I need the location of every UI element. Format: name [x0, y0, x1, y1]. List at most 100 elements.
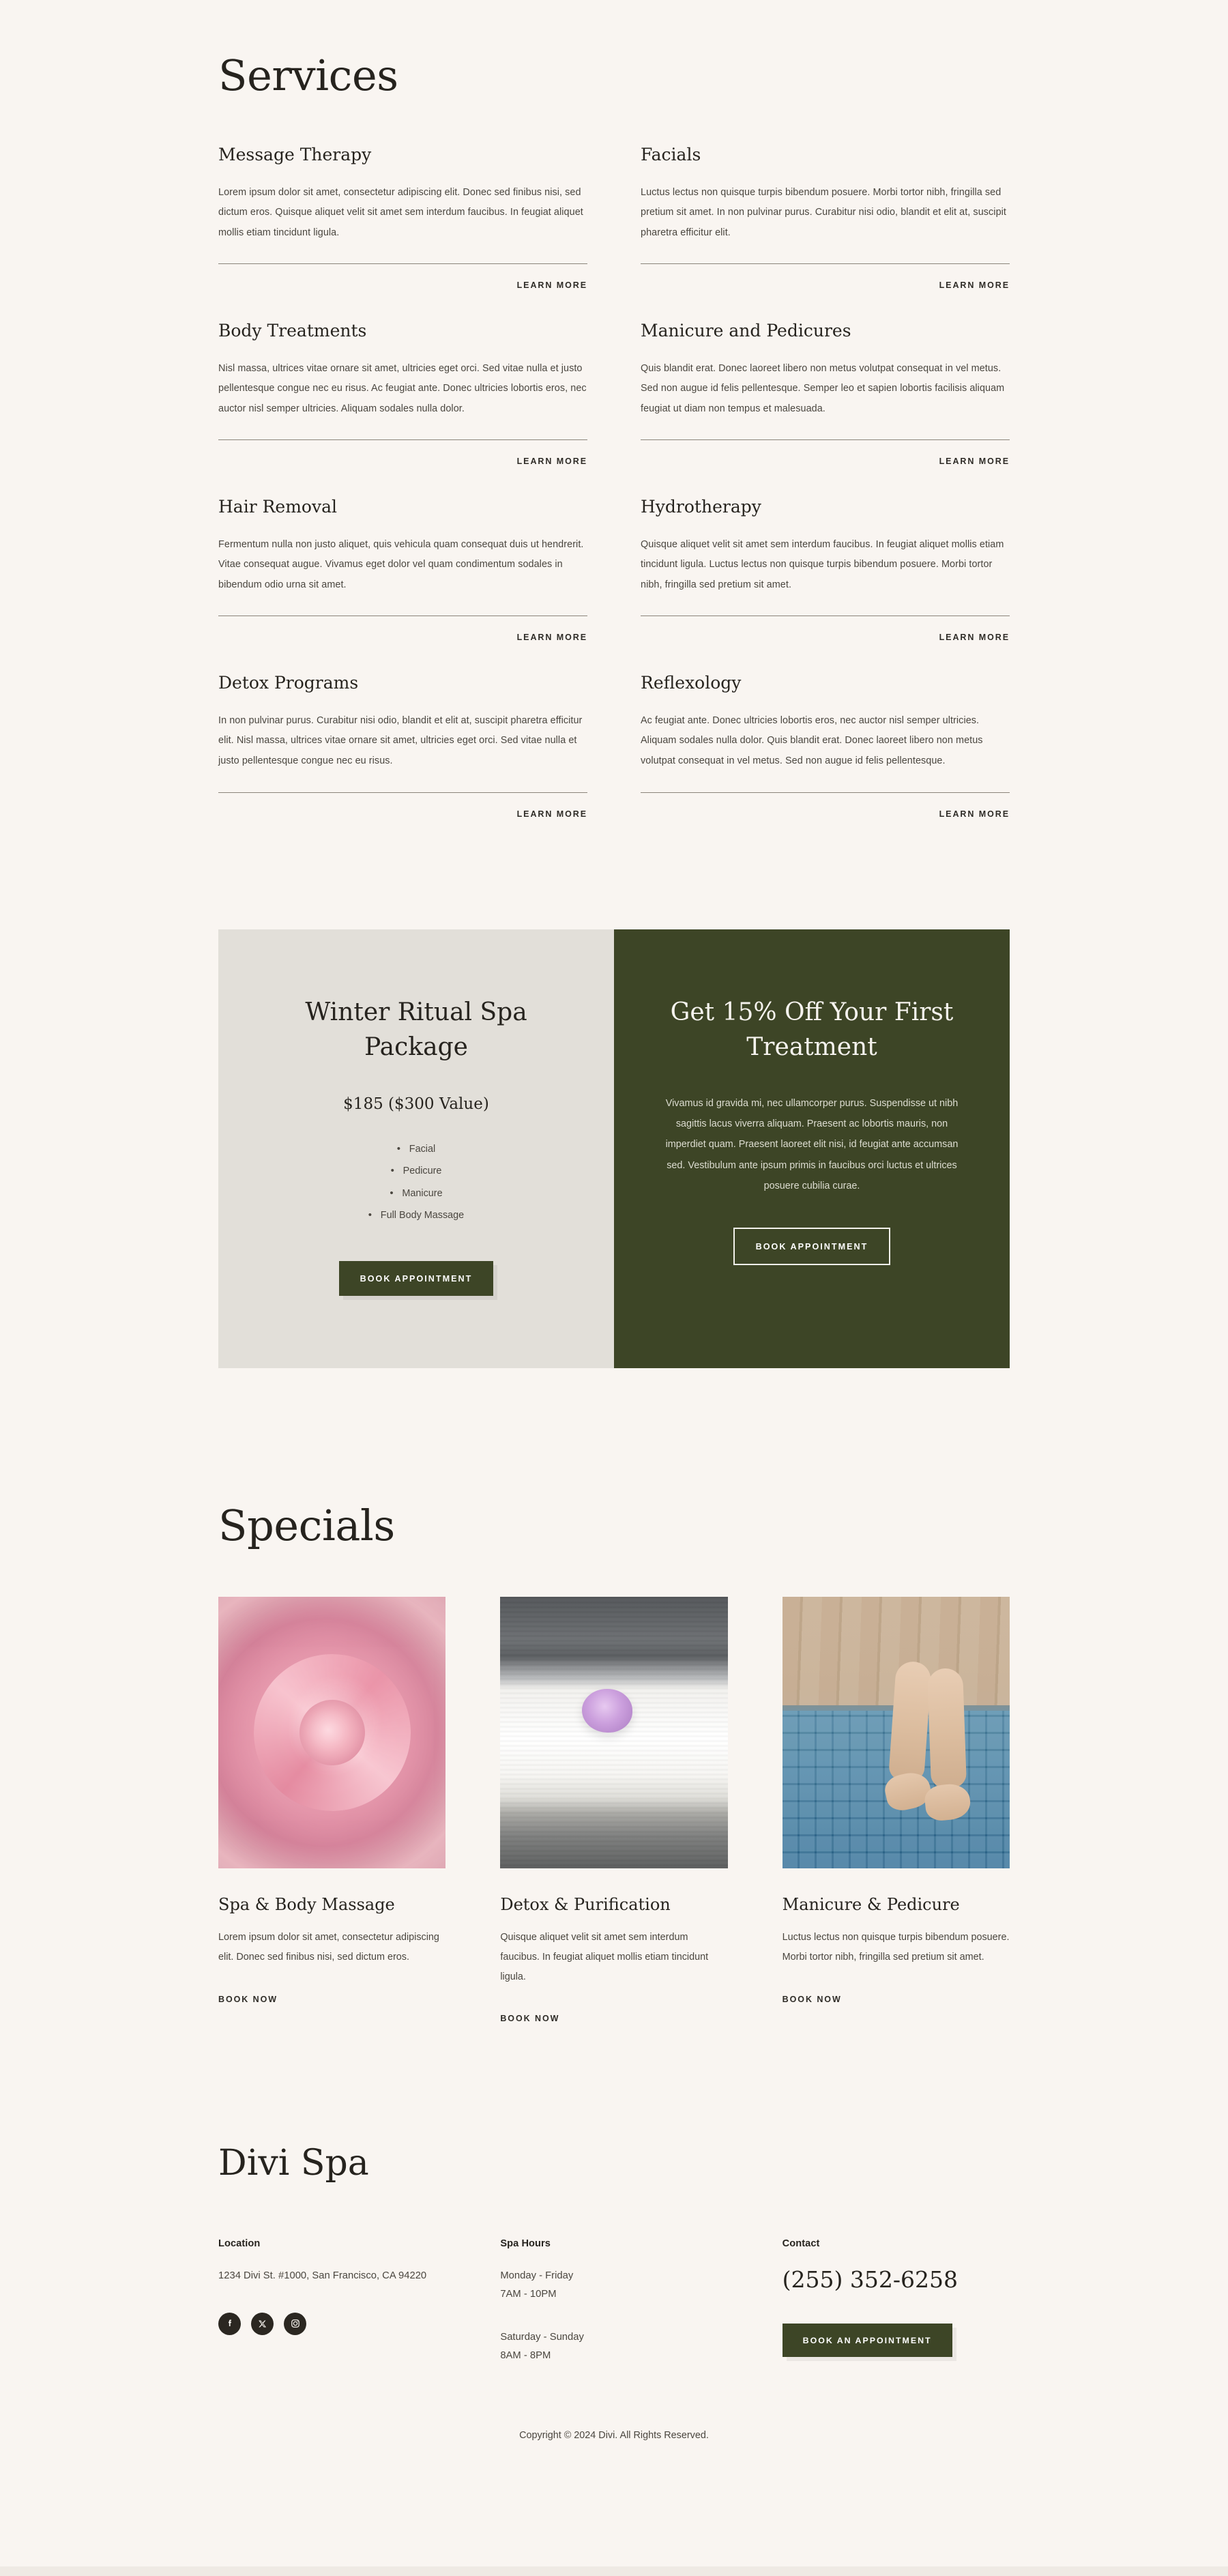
- location-address: 1234 Divi St. #1000, San Francisco, CA 9…: [218, 2270, 427, 2281]
- learn-more-link[interactable]: LEARN MORE: [939, 809, 1010, 819]
- learn-more-row: LEARN MORE: [641, 809, 1010, 819]
- page-title: Services: [218, 50, 398, 100]
- promo-discount-panel: Get 15% Off Your First Treatment Vivamus…: [614, 929, 1010, 1368]
- promo-discount-description: Vivamus id gravida mi, nec ullamcorper p…: [665, 1097, 959, 1191]
- promo-package-price: $185 ($300 Value): [343, 1095, 489, 1113]
- instagram-icon[interactable]: [284, 2312, 306, 2335]
- service-description: Luctus lectus non quisque turpis bibendu…: [641, 186, 1006, 238]
- special-card: Spa & Body Massage Lorem ipsum dolor sit…: [218, 1596, 446, 2025]
- special-title: Spa & Body Massage: [218, 1894, 395, 1914]
- book-now-link[interactable]: BOOK NOW: [218, 1995, 278, 2004]
- service-title: Facials: [641, 145, 701, 165]
- service-description: Fermentum nulla non justo aliquet, quis …: [218, 538, 584, 590]
- learn-more-link[interactable]: LEARN MORE: [517, 280, 587, 290]
- facebook-icon[interactable]: [218, 2312, 241, 2335]
- promo-include-label: Full Body Massage: [380, 1210, 465, 1221]
- learn-more-link[interactable]: LEARN MORE: [517, 809, 587, 819]
- service-card: Reflexology Ac feugiat ante. Donec ultri…: [641, 672, 1010, 848]
- service-title: Hair Removal: [218, 497, 337, 517]
- promo-discount-title: Get 15% Off Your First Treatment: [670, 998, 954, 1061]
- specials-section: Specials Spa & Body Massage Lorem ipsum …: [218, 1501, 1010, 2025]
- service-footer: LEARN MORE: [641, 263, 1010, 290]
- service-description: Ac feugiat ante. Donec ultricies loborti…: [641, 714, 983, 766]
- service-description: Nisl massa, ultrices vitae ornare sit am…: [218, 362, 587, 414]
- pink-rose-photo: [218, 1596, 446, 1868]
- learn-more-row: LEARN MORE: [641, 633, 1010, 642]
- service-footer: LEARN MORE: [218, 792, 587, 819]
- service-footer: LEARN MORE: [218, 439, 587, 466]
- promo-section: Winter Ritual Spa Package $185 ($300 Val…: [218, 929, 1010, 1368]
- spa-hours-heading: Spa Hours: [500, 2238, 551, 2249]
- service-footer: LEARN MORE: [641, 616, 1010, 642]
- service-card: Hair Removal Fermentum nulla non justo a…: [218, 496, 587, 672]
- specials-title: Specials: [218, 1500, 395, 1550]
- feet-shape: [882, 1660, 989, 1832]
- phone-number[interactable]: (255) 352-6258: [783, 2266, 1010, 2295]
- book-appointment-button[interactable]: BOOK APPOINTMENT: [338, 1260, 494, 1296]
- footer-location-column: Location 1234 Divi St. #1000, San Franci…: [218, 2238, 445, 2365]
- weekend-time-label: 8AM - 8PM: [500, 2349, 551, 2361]
- divider: [218, 439, 587, 441]
- book-an-appointment-button[interactable]: BOOK AN APPOINTMENT: [782, 2323, 952, 2357]
- special-description: Luctus lectus non quisque turpis bibendu…: [782, 1931, 1010, 1963]
- promo-include-label: Pedicure: [403, 1166, 442, 1177]
- divider: [641, 439, 1010, 441]
- special-title: Detox & Purification: [500, 1894, 671, 1914]
- service-description: In non pulvinar purus. Curabitur nisi od…: [218, 714, 583, 766]
- feet-by-pool-photo: [782, 1596, 1010, 1868]
- service-description: Quisque aliquet velit sit amet sem inter…: [641, 538, 1004, 590]
- divider: [641, 792, 1010, 793]
- promo-package-panel: Winter Ritual Spa Package $185 ($300 Val…: [218, 929, 614, 1368]
- divider: [641, 263, 1010, 265]
- book-now-link[interactable]: BOOK NOW: [783, 1995, 842, 2004]
- footer-section: Divi Spa Location 1234 Divi St. #1000, S…: [218, 2142, 1010, 2485]
- service-footer: LEARN MORE: [641, 439, 1010, 466]
- service-footer: LEARN MORE: [218, 616, 587, 642]
- weekend-hours: Saturday - Sunday 8AM - 8PM: [500, 2328, 727, 2365]
- promo-include-item: Pedicure: [391, 1159, 442, 1183]
- learn-more-link[interactable]: LEARN MORE: [939, 280, 1010, 290]
- service-description: Quis blandit erat. Donec laoreet libero …: [641, 362, 1005, 414]
- learn-more-link[interactable]: LEARN MORE: [939, 457, 1010, 466]
- learn-more-row: LEARN MORE: [641, 457, 1010, 466]
- service-card: Hydrotherapy Quisque aliquet velit sit a…: [641, 496, 1010, 672]
- footer-columns: Location 1234 Divi St. #1000, San Franci…: [218, 2238, 1010, 2365]
- footer-hours-column: Spa Hours Monday - Friday 7AM - 10PM Sat…: [500, 2238, 727, 2365]
- learn-more-link[interactable]: LEARN MORE: [517, 633, 587, 642]
- special-description: Quisque aliquet velit sit amet sem inter…: [500, 1931, 709, 1982]
- special-description: Lorem ipsum dolor sit amet, consectetur …: [218, 1931, 439, 1963]
- book-appointment-button[interactable]: BOOK APPOINTMENT: [733, 1228, 891, 1265]
- learn-more-row: LEARN MORE: [218, 280, 587, 290]
- weekday-time-label: 7AM - 10PM: [500, 2288, 557, 2300]
- brand-name: Divi Spa: [218, 2143, 369, 2184]
- bottom-bar: [0, 2566, 1228, 2576]
- promo-package-includes: Facial Pedicure Manicure Full Body Massa…: [368, 1115, 464, 1227]
- service-card: Message Therapy Lorem ipsum dolor sit am…: [218, 144, 587, 320]
- service-title: Reflexology: [641, 673, 742, 693]
- promo-include-item: Manicure: [390, 1182, 443, 1205]
- service-card: Facials Luctus lectus non quisque turpis…: [641, 144, 1010, 320]
- learn-more-link[interactable]: LEARN MORE: [939, 633, 1010, 642]
- promo-include-label: Manicure: [402, 1187, 443, 1199]
- learn-more-row: LEARN MORE: [218, 457, 587, 466]
- location-heading: Location: [218, 2238, 261, 2249]
- services-grid: Message Therapy Lorem ipsum dolor sit am…: [218, 144, 1010, 848]
- book-now-link[interactable]: BOOK NOW: [500, 2014, 559, 2023]
- service-card: Detox Programs In non pulvinar purus. Cu…: [218, 672, 587, 848]
- promo-banner: Winter Ritual Spa Package $185 ($300 Val…: [218, 929, 1010, 1368]
- service-card: Manicure and Pedicures Quis blandit erat…: [641, 320, 1010, 496]
- promo-package-title: Winter Ritual Spa Package: [305, 998, 527, 1061]
- folded-towel-with-orchid-photo: [500, 1596, 728, 1868]
- learn-more-row: LEARN MORE: [218, 809, 587, 819]
- social-links: [218, 2312, 445, 2335]
- learn-more-row: LEARN MORE: [218, 633, 587, 642]
- special-card: Detox & Purification Quisque aliquet vel…: [500, 1596, 728, 2025]
- service-title: Body Treatments: [218, 321, 367, 341]
- spa-services-page: Services Message Therapy Lorem ipsum dol…: [0, 0, 1228, 2576]
- x-twitter-icon[interactable]: [251, 2312, 274, 2335]
- divider: [218, 263, 587, 265]
- promo-include-item: Facial: [397, 1138, 435, 1161]
- learn-more-link[interactable]: LEARN MORE: [517, 457, 587, 466]
- weekend-days-label: Saturday - Sunday: [500, 2331, 584, 2343]
- promo-include-item: Full Body Massage: [368, 1204, 465, 1227]
